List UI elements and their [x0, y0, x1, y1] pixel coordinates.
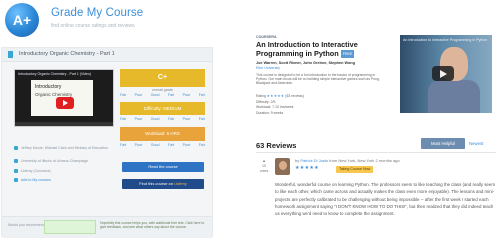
difficulty-badge: Difficulty: MEDIUM: [120, 102, 205, 115]
review-location-time: from New York, New York 2 months ago: [329, 158, 400, 163]
star-rating-icon: ★★★★★: [266, 94, 285, 98]
scale-item: Fair: [198, 93, 205, 97]
divider: [256, 152, 496, 153]
review-byline: by Patrick Di Justo from New York, New Y…: [295, 158, 400, 163]
list-item: Udemy (Coursera): [14, 169, 110, 174]
review-votes[interactable]: ▲ 19 votes: [259, 159, 269, 174]
course-description: This course is designed to be a fun intr…: [256, 73, 380, 86]
feedback-box[interactable]: [44, 220, 96, 234]
provider-text: Udemy (Coursera): [21, 169, 51, 173]
read-course-button[interactable]: Read the course: [122, 162, 204, 172]
video-title: An Introduction to Interactive Programmi…: [403, 38, 488, 42]
difficulty-scale: Fair Poor Good Fair Poor Fair: [120, 117, 205, 122]
reviews-heading: 63 Reviews: [256, 141, 297, 150]
scale-item: Fair: [168, 93, 175, 97]
app-title[interactable]: Grade My Course: [51, 7, 143, 19]
course-intro-video[interactable]: An Introduction to Interactive Programmi…: [400, 35, 492, 113]
grade-label: overall grade: [152, 88, 173, 92]
add-to-my-courses-link[interactable]: Add to My courses: [14, 178, 110, 183]
course-authors: Joe Warren, Scott Rixner, John Greiner, …: [256, 61, 355, 65]
presenter-shirt: [428, 80, 480, 113]
review-count: (63 reviews): [285, 94, 304, 98]
scale-item: Fair: [120, 143, 127, 147]
scale-item: Poor: [134, 143, 143, 147]
play-icon[interactable]: [56, 97, 74, 109]
play-icon[interactable]: [432, 66, 454, 81]
udemy-logo: Udemy: [174, 181, 187, 186]
scale-item: Poor: [182, 143, 191, 147]
video-control-bar[interactable]: [15, 122, 113, 126]
review-star-rating-icon: ★★★★★: [295, 165, 319, 171]
workload-scale: Fair Poor Good Fair Poor Fair: [120, 143, 205, 148]
reviewer-name[interactable]: Patrick Di Justo: [300, 158, 328, 163]
rating-label: Rating: [256, 94, 266, 98]
reviewer-avatar[interactable]: [275, 158, 290, 175]
scale-item: Fair: [120, 93, 127, 97]
scale-item: Poor: [134, 117, 143, 121]
grade-badge: C+: [120, 69, 205, 87]
scale-item: Poor: [134, 93, 143, 97]
course-title: Introductory Organic Chemistry - Part 1: [19, 51, 115, 57]
instructors-text: Jeffrey Moore, Michael Clark and Ministr…: [21, 146, 109, 150]
scale-item: Poor: [182, 93, 191, 97]
scale-item: Fair: [168, 117, 175, 121]
institution-text: University of Illinois at Urbana-Champai…: [21, 159, 89, 163]
taking-course-badge: Taking Course Now: [336, 166, 374, 173]
course-meta: Rating ★★★★★ (63 reviews) Difficulty: 2/…: [256, 94, 386, 116]
grade-scale: Fair Poor Good Fair Poor Fair: [120, 93, 205, 98]
video-title: Introductory Organic Chemistry - Part 1 …: [18, 72, 92, 76]
plus-icon: [14, 178, 18, 183]
book-icon: [8, 51, 13, 58]
app-tagline: find online course ratings and reviews: [51, 23, 135, 29]
workload-badge: Workload: 6 HRS: [120, 127, 205, 141]
list-item: Jeffrey Moore, Michael Clark and Ministr…: [14, 146, 110, 151]
institution-link[interactable]: Rice University: [256, 66, 280, 70]
review-text: Wonderful, wonderful course on learning …: [275, 182, 495, 217]
app-logo[interactable]: A+: [5, 3, 39, 37]
feedback-text: Hopefully this course helps you, with ad…: [100, 221, 205, 229]
course-page-screenshot-left: Introductory Organic Chemistry - Part 1 …: [1, 47, 213, 238]
course-title-bar: Introductory Organic Chemistry - Part 1: [2, 48, 212, 62]
provider-badge: COURSERA: [256, 35, 277, 39]
find-course-label: Find this course on: [139, 181, 173, 186]
share-label: Would you recommend?: [8, 223, 47, 227]
course-video-player[interactable]: Introductory Organic Chemistry - Part 1 …: [14, 69, 114, 127]
scale-item: Good: [150, 117, 160, 121]
university-icon: [14, 159, 18, 164]
course-title: An Introduction to Interactive Programmi…: [256, 40, 396, 58]
slide-heading: Introductory: [35, 84, 62, 90]
provider-icon: [14, 169, 18, 174]
person-icon: [14, 146, 18, 151]
scale-item: Good: [150, 143, 160, 147]
find-course-button[interactable]: Find this course on Udemy: [122, 179, 204, 189]
feedback-bar: Would you recommend? Hopefully this cour…: [2, 216, 212, 238]
votes-label: votes: [259, 169, 269, 173]
scale-item: Poor: [182, 117, 191, 121]
scale-item: Fair: [168, 143, 175, 147]
scale-item: Fair: [198, 117, 205, 121]
sort-most-helpful-button[interactable]: Most Helpful: [421, 138, 465, 149]
add-link-text: Add to My courses: [21, 178, 51, 182]
scale-item: Fair: [120, 117, 127, 121]
duration-row: Duration: 9 weeks: [256, 110, 284, 115]
scale-item: Fair: [198, 143, 205, 147]
scale-item: Good: [150, 93, 160, 97]
list-item: University of Illinois at Urbana-Champai…: [14, 159, 110, 164]
sort-newest-tab[interactable]: Newest: [469, 141, 483, 146]
free-tag: FREE: [340, 49, 355, 58]
